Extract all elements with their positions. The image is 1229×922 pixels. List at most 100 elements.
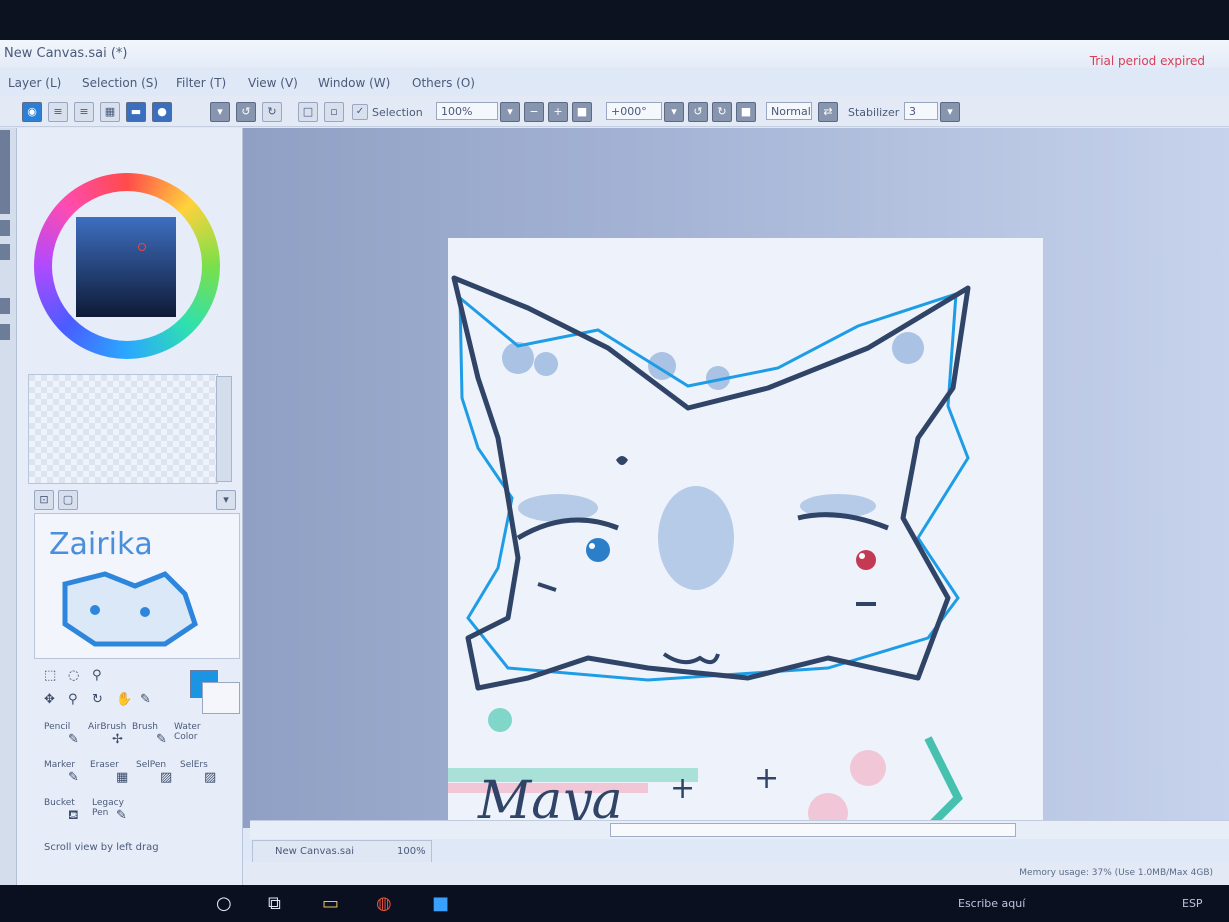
zoom-tool-icon[interactable]: ⚲ bbox=[68, 692, 78, 707]
sai-taskbar-icon[interactable]: ■ bbox=[432, 893, 449, 914]
document-tab-zoom: 100% bbox=[397, 846, 426, 857]
trial-notice: Trial period expired bbox=[1089, 54, 1205, 68]
undo-icon[interactable]: ↺ bbox=[236, 102, 256, 122]
color-wheel-icon[interactable]: ◉ bbox=[22, 102, 42, 122]
pencil-icon: ✎ bbox=[68, 732, 79, 747]
tool-marker[interactable]: Marker bbox=[44, 760, 75, 770]
color-picker-cursor[interactable] bbox=[138, 243, 146, 251]
zoom-out-icon[interactable]: − bbox=[524, 102, 544, 122]
tool-brush[interactable]: Brush bbox=[132, 722, 158, 732]
tool-airbrush[interactable]: AirBrush bbox=[88, 722, 126, 732]
strip-button[interactable] bbox=[0, 324, 10, 340]
swatches-icon[interactable]: ▦ bbox=[100, 102, 120, 122]
selection-checkbox[interactable]: ✓ bbox=[352, 104, 368, 120]
horizontal-scrollbar[interactable] bbox=[250, 820, 1229, 839]
layer-panel-edge[interactable] bbox=[0, 130, 10, 214]
scratchpad-icon[interactable]: ▬ bbox=[126, 102, 146, 122]
navigator-zoom-icon[interactable]: ⊡ bbox=[34, 490, 54, 510]
layer-strip bbox=[0, 128, 17, 885]
tool-watercolor[interactable]: Water Color bbox=[174, 722, 214, 742]
tool-hint: Scroll view by left drag bbox=[44, 842, 159, 853]
taskbar-search[interactable]: Escribe aquí bbox=[958, 897, 1025, 910]
flip-icon[interactable]: ⇄ bbox=[818, 102, 838, 122]
thumbnail-text: Zairikа bbox=[49, 527, 153, 562]
chrome-icon[interactable]: ◍ bbox=[376, 893, 392, 914]
rotation-field[interactable]: +000° bbox=[606, 102, 662, 120]
menu-filter[interactable]: Filter (T) bbox=[176, 76, 226, 90]
rect-select-icon[interactable]: ⬚ bbox=[44, 668, 56, 683]
deselect-icon[interactable]: □ bbox=[298, 102, 318, 122]
stabilizer-dropdown-icon[interactable]: ▾ bbox=[940, 102, 960, 122]
stabilizer-field[interactable]: 3 bbox=[904, 102, 938, 120]
color-mixer-icon[interactable]: ● bbox=[152, 102, 172, 122]
navigator-rotate-icon[interactable]: ▢ bbox=[58, 490, 78, 510]
horizontal-scroll-thumb[interactable] bbox=[610, 823, 1016, 837]
task-view-icon[interactable]: ⧉ bbox=[268, 893, 281, 914]
rotation-dropdown-icon[interactable]: ▾ bbox=[664, 102, 684, 122]
canvas-area[interactable]: Maya + + bbox=[243, 128, 1229, 833]
hsv-sliders-icon[interactable]: ≡ bbox=[74, 102, 94, 122]
menu-view[interactable]: View (V) bbox=[248, 76, 298, 90]
saturation-value-square[interactable] bbox=[76, 217, 176, 317]
hand-tool-icon[interactable]: ✋ bbox=[116, 692, 132, 707]
menu-selection[interactable]: Selection (S) bbox=[82, 76, 158, 90]
navigator-preview[interactable]: Zairikа bbox=[34, 513, 240, 659]
language-indicator[interactable]: ESP bbox=[1182, 897, 1203, 910]
selers-icon: ▨ bbox=[204, 770, 217, 785]
cortana-icon[interactable]: ○ bbox=[216, 893, 232, 914]
strip-button[interactable] bbox=[0, 220, 10, 236]
menu-layer[interactable]: Layer (L) bbox=[8, 76, 61, 90]
legacy-pen-icon: ✎ bbox=[116, 808, 127, 823]
menu-bar: Layer (L) Selection (S) Filter (T) View … bbox=[0, 70, 1229, 94]
zoom-field[interactable]: 100% bbox=[436, 102, 498, 120]
document-tab[interactable]: New Canvas.sai 100% bbox=[252, 840, 432, 864]
navigator-thumbnail: Zairikа bbox=[49, 527, 198, 647]
selection-label: Selection bbox=[372, 106, 423, 119]
stabilizer-label: Stabilizer bbox=[848, 106, 900, 119]
tool-selers[interactable]: SelErs bbox=[180, 760, 208, 770]
eyedropper-icon[interactable]: ✎ bbox=[140, 692, 151, 707]
bucket-icon: ⛾ bbox=[68, 808, 79, 823]
zoom-in-icon[interactable]: + bbox=[548, 102, 568, 122]
tool-eraser[interactable]: Eraser bbox=[90, 760, 119, 770]
drawing-canvas[interactable]: Maya + + bbox=[448, 238, 1043, 833]
sai-window: New Canvas.sai (*) Trial period expired … bbox=[0, 40, 1229, 885]
background-color[interactable] bbox=[202, 682, 240, 714]
cat-drawing: Maya + + bbox=[448, 275, 971, 833]
move-icon[interactable]: ✥ bbox=[44, 692, 55, 707]
eraser-icon: ▦ bbox=[116, 770, 129, 785]
menu-others[interactable]: Others (O) bbox=[412, 76, 475, 90]
rotate-tool-icon[interactable]: ↻ bbox=[92, 692, 103, 707]
zoom-reset-icon[interactable]: ■ bbox=[572, 102, 592, 122]
marker-icon: ✎ bbox=[68, 770, 79, 785]
redo-icon[interactable]: ↻ bbox=[262, 102, 282, 122]
zoom-dropdown-icon[interactable]: ▾ bbox=[500, 102, 520, 122]
windows-taskbar: ○ ⧉ ▭ ◍ ■ Escribe aquí ESP bbox=[0, 885, 1229, 922]
tool-pencil[interactable]: Pencil bbox=[44, 722, 70, 732]
scratchpad-scrollbar[interactable] bbox=[216, 376, 232, 482]
window-title: New Canvas.sai (*) bbox=[4, 46, 128, 61]
strip-button[interactable] bbox=[0, 244, 10, 260]
memory-usage: Memory usage: 37% (Use 1.0MB/Max 4GB) bbox=[1019, 868, 1213, 878]
color-wheel[interactable] bbox=[34, 173, 220, 359]
plus-mark-2: + bbox=[754, 761, 779, 796]
rotate-right-icon[interactable]: ↻ bbox=[712, 102, 732, 122]
invert-selection-icon[interactable]: ▫ bbox=[324, 102, 344, 122]
title-bar: New Canvas.sai (*) Trial period expired bbox=[0, 40, 1229, 68]
document-tab-name: New Canvas.sai bbox=[275, 846, 354, 857]
blend-mode-field[interactable]: Normal bbox=[766, 102, 812, 120]
menu-window[interactable]: Window (W) bbox=[318, 76, 390, 90]
navigator-menu-icon[interactable]: ▾ bbox=[216, 490, 236, 510]
magic-wand-icon[interactable]: ⚲ bbox=[92, 668, 102, 683]
dropdown-icon[interactable]: ▾ bbox=[210, 102, 230, 122]
lasso-icon[interactable]: ◌ bbox=[68, 668, 79, 683]
rgb-sliders-icon[interactable]: ≡ bbox=[48, 102, 68, 122]
airbrush-icon: ✢ bbox=[112, 732, 123, 747]
scratchpad[interactable] bbox=[28, 374, 218, 484]
tool-selpen[interactable]: SelPen bbox=[136, 760, 166, 770]
strip-button[interactable] bbox=[0, 298, 10, 314]
rotation-reset-icon[interactable]: ■ bbox=[736, 102, 756, 122]
rotate-left-icon[interactable]: ↺ bbox=[688, 102, 708, 122]
file-explorer-icon[interactable]: ▭ bbox=[322, 893, 339, 914]
tool-bucket[interactable]: Bucket bbox=[44, 798, 75, 808]
